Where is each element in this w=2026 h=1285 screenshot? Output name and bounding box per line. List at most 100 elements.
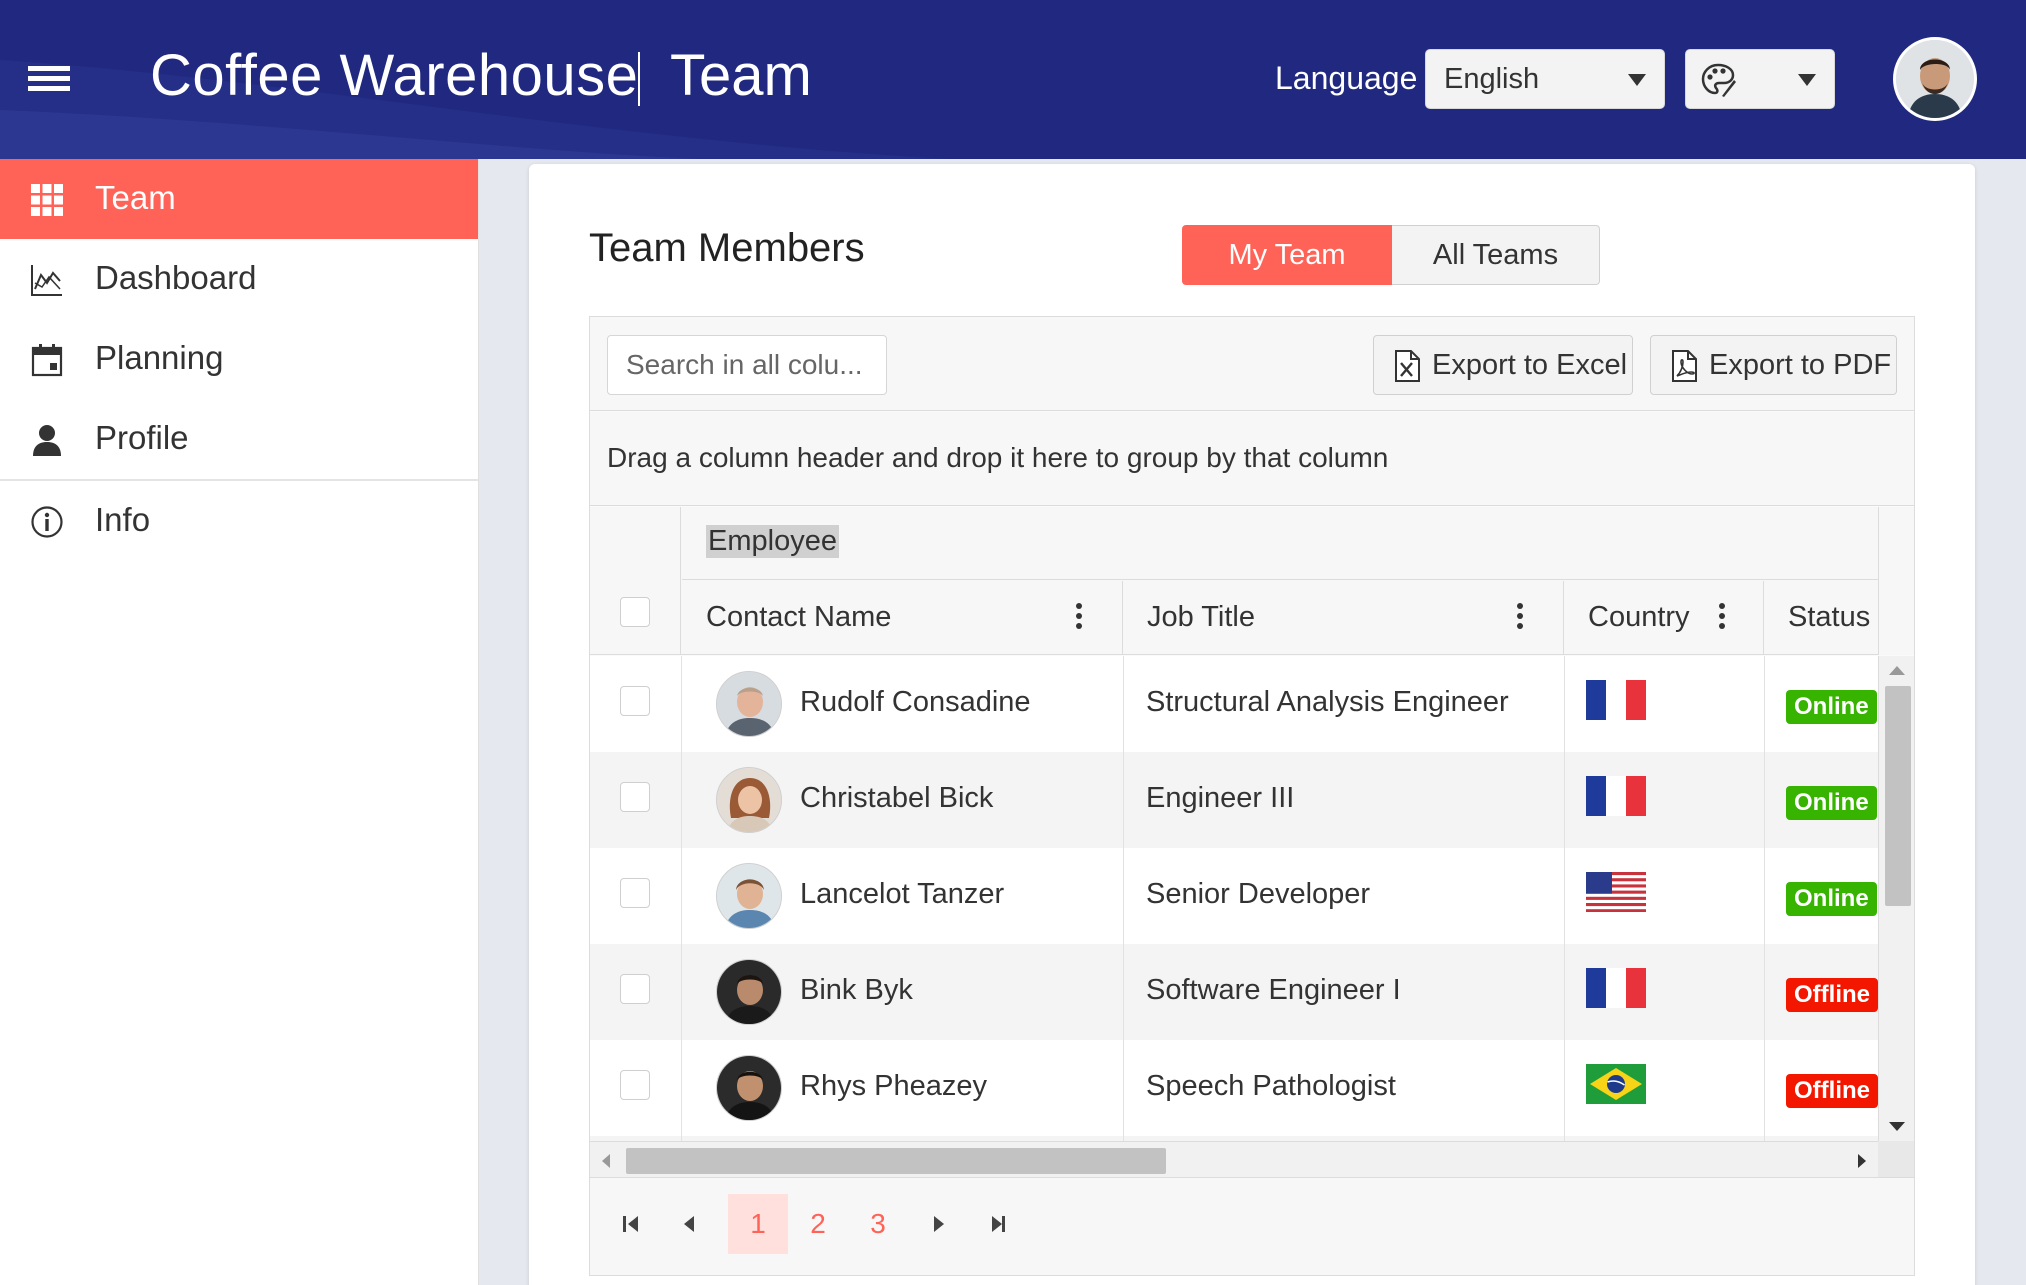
group-drop-panel[interactable]: Drag a column header and drop it here to… <box>590 412 1914 506</box>
column-header-contact-name[interactable]: Contact Name <box>682 581 1123 655</box>
job-title: Engineer III <box>1146 782 1295 814</box>
app-header: Coffee Warehouse Team Language English <box>0 0 2026 159</box>
grid-toolbar: Export to Excel Export to PDF <box>590 317 1914 411</box>
table-row[interactable]: Christabel Bick Engineer III Online <box>590 752 1878 848</box>
contact-name: Lancelot Tanzer <box>800 878 1005 910</box>
row-checkbox[interactable] <box>620 686 650 716</box>
sidebar-item-label: Profile <box>95 419 189 456</box>
employee-avatar <box>716 671 782 737</box>
tab-all-teams[interactable]: All Teams <box>1392 225 1600 285</box>
first-page-icon <box>623 1215 641 1233</box>
caret-down-icon <box>1798 74 1816 86</box>
column-header-label: Job Title <box>1147 601 1255 633</box>
row-checkbox[interactable] <box>620 1070 650 1100</box>
app-title: Coffee Warehouse <box>150 43 639 108</box>
usa-flag-icon <box>1586 872 1646 912</box>
scrollbar-corner <box>1878 1141 1914 1177</box>
table-row[interactable]: Bink Byk Software Engineer I Offline <box>590 944 1878 1040</box>
employee-avatar <box>716 1055 782 1121</box>
row-checkbox[interactable] <box>620 878 650 908</box>
job-title: Speech Pathologist <box>1146 1070 1396 1102</box>
sidebar-item-info[interactable]: Info <box>0 481 478 561</box>
search-input[interactable] <box>607 335 887 395</box>
user-avatar[interactable] <box>1893 37 1977 121</box>
user-icon <box>33 425 61 456</box>
page-2-button[interactable]: 2 <box>788 1194 848 1254</box>
language-dropdown[interactable]: English <box>1425 49 1665 109</box>
column-menu-icon[interactable] <box>1076 603 1082 633</box>
column-header-label: Status <box>1788 601 1871 633</box>
vertical-scroll-thumb[interactable] <box>1885 686 1911 906</box>
row-checkbox[interactable] <box>620 974 650 1004</box>
previous-page-button[interactable] <box>660 1194 720 1254</box>
sidebar-item-team[interactable]: Team <box>0 159 478 239</box>
export-excel-label: Export to Excel <box>1432 349 1628 381</box>
column-header-job-title[interactable]: Job Title <box>1123 581 1564 655</box>
grid-icon <box>31 184 63 216</box>
vertical-scrollbar[interactable] <box>1878 656 1914 1141</box>
last-page-icon <box>989 1215 1007 1233</box>
language-value: English <box>1444 63 1540 95</box>
caret-down-icon <box>1628 74 1646 86</box>
employee-avatar <box>716 863 782 929</box>
grid-body: Rudolf Consadine Structural Analysis Eng… <box>590 656 1878 1141</box>
column-group-employee[interactable]: Employee <box>682 507 1878 580</box>
status-badge: Online <box>1786 690 1877 724</box>
tab-my-team[interactable]: My Team <box>1182 225 1392 285</box>
status-badge: Offline <box>1786 1074 1878 1108</box>
sidebar-item-dashboard[interactable]: Dashboard <box>0 239 478 319</box>
horizontal-scroll-thumb[interactable] <box>626 1148 1166 1174</box>
title-separator <box>638 52 640 106</box>
main-card: Team Members My Team All Teams Export to… <box>529 164 1975 1285</box>
user-avatar-image <box>1896 40 1974 118</box>
sidebar-item-planning[interactable]: Planning <box>0 319 478 399</box>
hamburger-menu-icon[interactable] <box>28 66 70 92</box>
column-header-country[interactable]: Country <box>1564 581 1764 655</box>
france-flag-icon <box>1586 968 1646 1008</box>
scroll-up-arrow-icon[interactable] <box>1889 666 1905 675</box>
contact-name: Bink Byk <box>800 974 913 1006</box>
export-pdf-button[interactable]: Export to PDF <box>1650 335 1897 395</box>
next-page-button[interactable] <box>908 1194 968 1254</box>
brazil-flag-icon <box>1586 1064 1646 1104</box>
page-1-button[interactable]: 1 <box>728 1194 788 1254</box>
palette-icon <box>1701 63 1736 97</box>
sidebar-item-profile[interactable]: Profile <box>0 399 478 479</box>
group-hint-text: Drag a column header and drop it here to… <box>607 442 1389 473</box>
section-title: Team <box>670 43 812 108</box>
horizontal-scrollbar[interactable] <box>590 1141 1878 1177</box>
team-grid: Export to Excel Export to PDF Drag a col… <box>589 316 1915 1276</box>
column-header-label: Country <box>1588 601 1690 633</box>
theme-dropdown[interactable] <box>1685 49 1835 109</box>
sidebar-item-label: Dashboard <box>95 259 257 296</box>
column-menu-icon[interactable] <box>1517 603 1523 633</box>
select-all-checkbox[interactable] <box>620 597 650 627</box>
france-flag-icon <box>1586 776 1646 816</box>
page-3-button[interactable]: 3 <box>848 1194 908 1254</box>
status-badge: Online <box>1786 882 1877 916</box>
job-title: Senior Developer <box>1146 878 1371 910</box>
calendar-icon <box>31 344 63 377</box>
column-group-label: Employee <box>706 525 839 558</box>
export-excel-button[interactable]: Export to Excel <box>1373 335 1633 395</box>
table-row[interactable]: Lancelot Tanzer Senior Developer Online <box>590 848 1878 944</box>
employee-avatar <box>716 767 782 833</box>
info-icon <box>31 506 63 538</box>
table-row[interactable]: Rudolf Consadine Structural Analysis Eng… <box>590 656 1878 752</box>
column-menu-icon[interactable] <box>1719 603 1725 633</box>
team-toggle-group: My Team All Teams <box>1182 225 1600 285</box>
table-row[interactable]: Rhys Pheazey Speech Pathologist Offline <box>590 1040 1878 1136</box>
job-title: Structural Analysis Engineer <box>1146 686 1509 718</box>
job-title: Software Engineer I <box>1146 974 1401 1006</box>
scroll-left-arrow-icon[interactable] <box>602 1154 610 1168</box>
scroll-down-arrow-icon[interactable] <box>1889 1122 1905 1131</box>
export-pdf-label: Export to PDF <box>1709 349 1892 381</box>
scroll-right-arrow-icon[interactable] <box>1858 1154 1866 1168</box>
status-badge: Online <box>1786 786 1877 820</box>
last-page-button[interactable] <box>968 1194 1028 1254</box>
row-checkbox[interactable] <box>620 782 650 812</box>
sidebar-item-label: Planning <box>95 339 224 376</box>
column-header-status[interactable]: Status <box>1764 581 1878 655</box>
first-page-button[interactable] <box>602 1194 662 1254</box>
file-excel-icon <box>1395 350 1420 382</box>
